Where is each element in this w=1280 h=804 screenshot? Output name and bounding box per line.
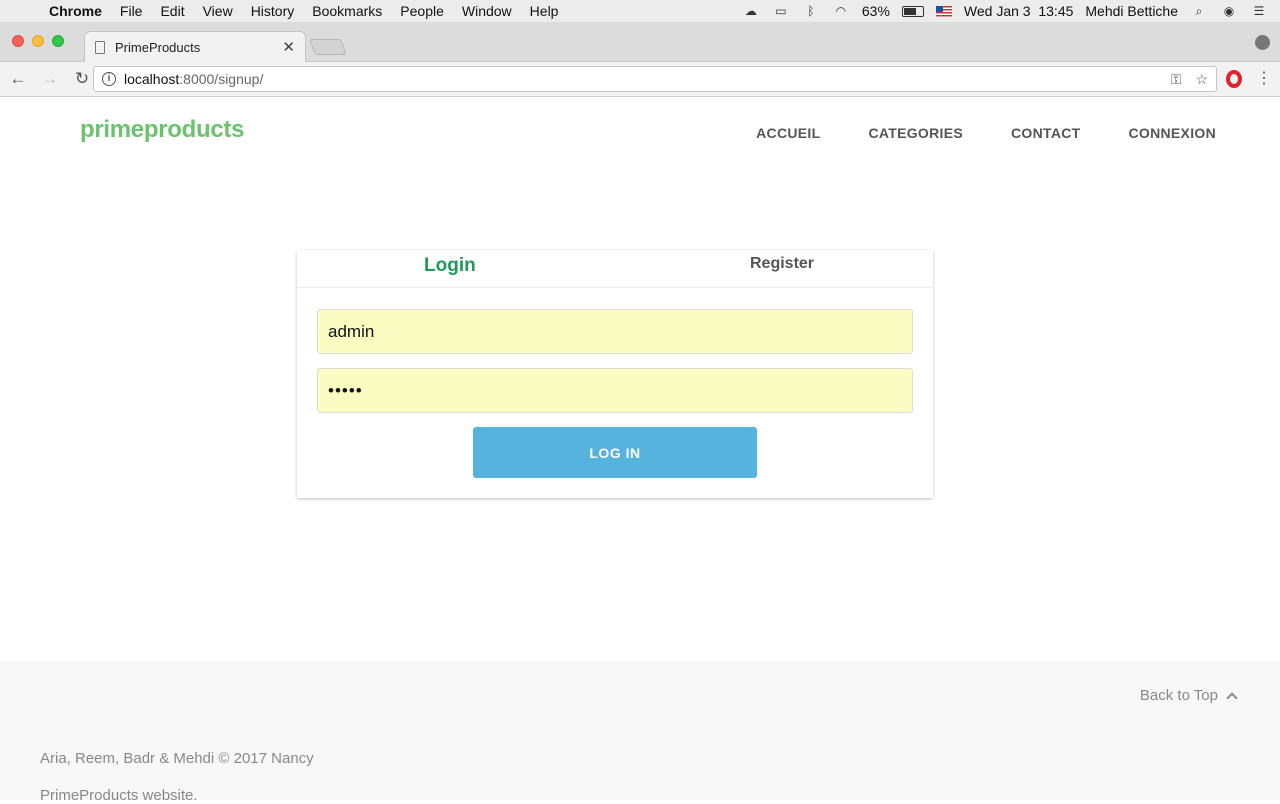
us-flag-icon[interactable]: [935, 5, 952, 17]
page-icon: [95, 40, 105, 54]
auth-tabs: Login Register: [297, 250, 933, 288]
address-bar[interactable]: i localhost:8000/signup/ ⚿ ☆: [93, 66, 1217, 92]
nav-accueil[interactable]: ACCUEIL: [756, 125, 820, 141]
spotlight-search-icon[interactable]: ⌕: [1190, 4, 1208, 18]
bookmark-star-icon[interactable]: ☆: [1195, 71, 1208, 88]
site-info-icon[interactable]: i: [102, 72, 116, 86]
opera-extension-icon[interactable]: [1226, 70, 1242, 88]
close-window-button[interactable]: [12, 35, 24, 47]
footer-copyright: Aria, Reem, Badr & Mehdi © 2017 Nancy: [40, 750, 314, 767]
web-page: primeproducts ACCUEIL CATEGORIES CONTACT…: [0, 97, 1280, 804]
menu-help[interactable]: Help: [521, 3, 568, 19]
menu-history[interactable]: History: [242, 3, 304, 19]
login-card: Login Register admin ••••• LOG IN: [297, 250, 933, 498]
siri-icon[interactable]: ◉: [1220, 4, 1238, 18]
site-logo[interactable]: primeproducts: [80, 116, 244, 144]
menu-view[interactable]: View: [194, 3, 242, 19]
site-footer: Back to Top Aria, Reem, Badr & Mehdi © 2…: [0, 661, 1280, 804]
battery-percent[interactable]: 63%: [862, 3, 890, 19]
menu-user[interactable]: Mehdi Bettiche: [1085, 3, 1178, 19]
tab-register[interactable]: Register: [750, 255, 814, 273]
minimize-window-button[interactable]: [32, 35, 44, 47]
tab-title: PrimeProducts: [115, 39, 201, 55]
forward-arrow-icon[interactable]: →: [36, 69, 64, 89]
browser-tab-strip: PrimeProducts ✕: [0, 22, 1280, 62]
back-to-top-link[interactable]: Back to Top: [1139, 687, 1238, 704]
creative-cloud-icon[interactable]: ☁: [742, 4, 760, 18]
login-button[interactable]: LOG IN: [473, 427, 757, 478]
url-host: localhost: [124, 71, 180, 87]
battery-icon[interactable]: [901, 5, 924, 17]
nav-categories[interactable]: CATEGORIES: [868, 125, 963, 141]
url-path: :8000/signup/: [179, 71, 264, 87]
chrome-menu-icon[interactable]: ⋮: [1256, 68, 1272, 88]
menu-people[interactable]: People: [391, 3, 453, 19]
profile-icon[interactable]: [1255, 35, 1270, 50]
browser-toolbar: ← → ↻ i localhost:8000/signup/ ⚿ ☆ ⋮: [0, 62, 1280, 97]
macos-menu-bar: Chrome File Edit View History Bookmarks …: [0, 0, 1280, 22]
key-icon[interactable]: ⚿: [1171, 71, 1182, 88]
menu-edit[interactable]: Edit: [151, 3, 193, 19]
maximize-window-button[interactable]: [52, 35, 64, 47]
nav-connexion[interactable]: CONNEXION: [1129, 125, 1217, 141]
site-nav: ACCUEIL CATEGORIES CONTACT CONNEXION: [756, 125, 1216, 141]
password-input[interactable]: •••••: [317, 368, 913, 413]
footer-site-line: PrimeProducts website.: [40, 787, 198, 804]
bluetooth-icon[interactable]: ᛒ: [802, 4, 820, 18]
close-tab-icon[interactable]: ✕: [282, 38, 295, 56]
menu-datetime[interactable]: Wed Jan 3 13:45: [964, 3, 1073, 19]
username-input[interactable]: admin: [317, 309, 913, 354]
menu-window[interactable]: Window: [453, 3, 521, 19]
browser-tab-active[interactable]: PrimeProducts ✕: [84, 31, 306, 62]
menu-bookmarks[interactable]: Bookmarks: [303, 3, 391, 19]
airplay-icon[interactable]: ▭: [772, 4, 790, 18]
tab-login[interactable]: Login: [424, 255, 476, 277]
wifi-icon[interactable]: ◠: [832, 4, 850, 18]
nav-contact[interactable]: CONTACT: [1011, 125, 1081, 141]
menu-app-name[interactable]: Chrome: [40, 3, 111, 19]
window-controls: [12, 35, 64, 47]
chevron-up-icon: [1226, 691, 1238, 704]
new-tab-button[interactable]: [309, 39, 347, 55]
notification-center-icon[interactable]: ☰: [1250, 4, 1268, 18]
back-arrow-icon[interactable]: ←: [4, 69, 32, 89]
menu-file[interactable]: File: [111, 3, 152, 19]
reload-icon[interactable]: ↻: [68, 69, 96, 89]
back-to-top-label: Back to Top: [1139, 687, 1218, 704]
